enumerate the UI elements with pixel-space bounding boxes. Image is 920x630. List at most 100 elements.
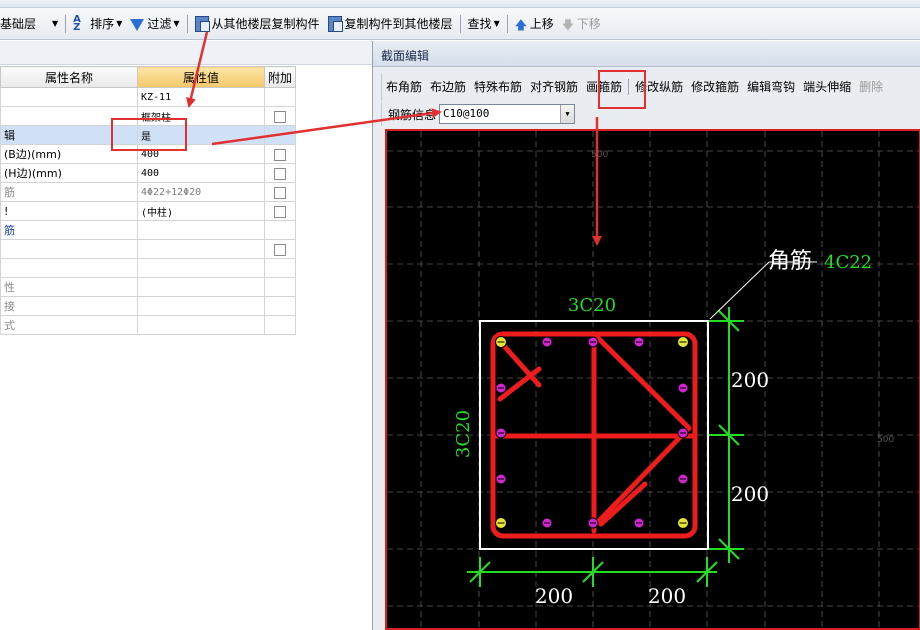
property-value-cell[interactable] — [137, 315, 265, 335]
property-panel-header — [0, 41, 372, 65]
tool-button-5[interactable]: 修改纵筋 — [631, 76, 687, 98]
attach-checkbox[interactable] — [274, 186, 286, 199]
upper-toolbar-strip — [0, 0, 920, 8]
property-row[interactable]: 式 — [0, 315, 296, 335]
grid-label-top: 500 — [591, 150, 608, 160]
filter-icon — [130, 18, 145, 31]
toolbar-divider — [459, 14, 461, 33]
property-row[interactable]: 性 — [0, 277, 296, 297]
rebar-info-combo[interactable]: C10@100 ▼ — [439, 104, 576, 124]
attach-checkbox[interactable] — [274, 243, 286, 256]
property-row[interactable]: 筋 4Φ22+12Φ20 — [0, 182, 296, 202]
property-row[interactable] — [0, 258, 296, 278]
main-toolbar: 基础层 ▼ AZ 排序 ▼ 过滤 ▼ 从其他楼层复制构件 复制构件到其他楼层 查… — [0, 8, 920, 40]
property-panel: 属性名称 属性值 附加 KZ-11 框架柱辑是 (B边)(mm) 400 (H边)(mm… — [0, 41, 372, 630]
toolbar-divider — [628, 79, 630, 95]
rebar-info-bar: 钢筋信息 C10@100 ▼ — [381, 102, 920, 126]
section-editor-toolbar: 布角筋 布边筋 特殊布筋 对齐钢筋 画箍筋 修改纵筋 修改箍筋 编辑弯钩 端头伸缩 删除 — [381, 73, 920, 101]
tool-button-3[interactable]: 对齐钢筋 — [526, 76, 582, 98]
section-canvas[interactable]: 500 500 200 200 200 200 3C20 3C20 角筋 4C2… — [385, 129, 920, 630]
toolbar-divider — [65, 14, 67, 33]
property-value-cell[interactable]: KZ-11 — [137, 87, 265, 107]
property-extra-cell — [264, 315, 296, 335]
tool-button-6[interactable]: 修改箍筋 — [687, 76, 743, 98]
property-row[interactable]: 筋 — [0, 220, 296, 240]
copy-to-floor-label: 复制构件到其他楼层 — [344, 17, 453, 31]
rebar-info-label: 钢筋信息 — [388, 107, 437, 122]
property-name-cell: 筋 — [0, 182, 138, 202]
copy-to-floor-button[interactable]: 复制构件到其他楼层 — [324, 12, 457, 36]
filter-button[interactable]: 过滤 ▼ — [126, 12, 183, 36]
column-header-extra[interactable]: 附加 — [264, 66, 296, 88]
property-value-cell[interactable]: 400 — [137, 144, 265, 164]
property-name-cell: 性 — [0, 277, 138, 297]
arrow-up-icon: 🡅 — [514, 17, 528, 32]
attach-checkbox[interactable] — [274, 148, 286, 161]
property-value-cell[interactable] — [137, 277, 265, 297]
find-label: 查找 — [467, 17, 492, 31]
property-row[interactable]: 辑是 — [0, 125, 296, 145]
copy-from-floor-icon — [194, 15, 210, 32]
corner-tie-hook — [497, 366, 542, 402]
section-editor-window: 截面编辑 布角筋 布边筋 特殊布筋 对齐钢筋 画箍筋 修改纵筋 修改箍筋 编辑弯钩 端头伸缩 删除… — [372, 41, 920, 630]
property-row[interactable]: (H边)(mm) 400 — [0, 163, 296, 183]
sort-button[interactable]: AZ 排序 ▼ — [69, 12, 126, 36]
copy-from-floor-button[interactable]: 从其他楼层复制构件 — [191, 12, 324, 36]
property-extra-cell — [264, 201, 296, 221]
property-extra-cell — [264, 163, 296, 183]
property-row[interactable]: KZ-11 — [0, 87, 296, 107]
property-row[interactable]: 框架柱 — [0, 106, 296, 126]
tool-button-0[interactable]: 布角筋 — [382, 76, 426, 98]
property-extra-cell — [264, 277, 296, 297]
property-table-body: KZ-11 框架柱辑是 (B边)(mm) 400 (H边)(mm) 400 筋 4Φ22+12… — [0, 87, 296, 335]
corner-rebar-label: 角筋 — [768, 249, 812, 274]
move-down-button[interactable]: 🡇 下移 — [558, 12, 605, 36]
attach-checkbox[interactable] — [274, 167, 286, 180]
column-header-value[interactable]: 属性值 — [137, 66, 265, 88]
corner-rebar-value: 4C22 — [824, 252, 872, 273]
chevron-down-icon: ▼ — [116, 19, 123, 28]
property-row[interactable]: (B边)(mm) 400 — [0, 144, 296, 164]
filter-label: 过滤 — [147, 17, 172, 31]
property-value-cell[interactable] — [137, 220, 265, 240]
section-drawing[interactable]: 500 500 200 200 200 200 3C20 3C20 角筋 4C2… — [387, 131, 920, 630]
property-table: 属性名称 属性值 附加 KZ-11 框架柱辑是 (B边)(mm) 400 (H边)(mm… — [0, 66, 296, 335]
property-value-cell[interactable] — [137, 258, 265, 278]
property-extra-cell — [264, 87, 296, 107]
chevron-down-icon[interactable]: ▼ — [560, 105, 575, 123]
property-extra-cell — [264, 258, 296, 278]
floor-select[interactable]: 基础层 ▼ — [0, 13, 62, 35]
attach-checkbox[interactable] — [274, 110, 286, 123]
property-row[interactable]: 接 — [0, 296, 296, 316]
property-value-cell[interactable] — [137, 239, 265, 259]
toolbar-divider — [186, 14, 188, 33]
property-name-cell — [0, 258, 138, 278]
dimension-right-top: 200 — [731, 368, 769, 392]
property-value-cell[interactable]: 是 — [137, 125, 265, 145]
property-row[interactable] — [0, 239, 296, 259]
dimension-bottom-right: 200 — [648, 584, 686, 608]
column-header-name[interactable]: 属性名称 — [0, 66, 138, 88]
find-button[interactable]: 查找 ▼ — [464, 12, 504, 36]
stirrup-group[interactable] — [490, 331, 698, 539]
property-value-cell[interactable]: 框架柱 — [137, 106, 265, 126]
property-value-cell[interactable]: 400 — [137, 163, 265, 183]
tool-button-4[interactable]: 画箍筋 — [582, 76, 626, 98]
tool-button-7[interactable]: 编辑弯钩 — [743, 76, 799, 98]
drawing-grid — [387, 131, 919, 628]
copy-from-floor-label: 从其他楼层复制构件 — [211, 17, 320, 31]
property-row[interactable]: ! (中柱) — [0, 201, 296, 221]
tool-button-1[interactable]: 布边筋 — [426, 76, 470, 98]
tool-button-2[interactable]: 特殊布筋 — [470, 76, 526, 98]
property-extra-cell — [264, 106, 296, 126]
property-value-cell[interactable] — [137, 296, 265, 316]
tool-button-9[interactable]: 删除 — [855, 76, 887, 98]
grid-label-right: 500 — [877, 435, 894, 445]
property-value-cell[interactable]: (中柱) — [137, 201, 265, 221]
tool-button-8[interactable]: 端头伸缩 — [799, 76, 855, 98]
property-value-cell[interactable]: 4Φ22+12Φ20 — [137, 182, 265, 202]
attach-checkbox[interactable] — [274, 205, 286, 218]
property-name-cell — [0, 239, 138, 259]
property-name-cell: (B边)(mm) — [0, 144, 138, 164]
move-up-button[interactable]: 🡅 上移 — [511, 12, 558, 36]
